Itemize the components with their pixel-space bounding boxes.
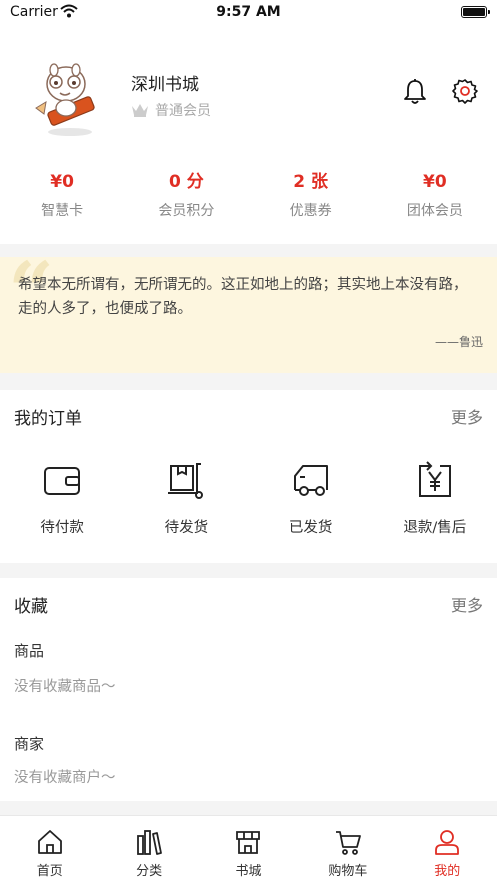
tab-label: 首页 (36, 864, 63, 879)
orders-title: 我的订单 (14, 409, 82, 429)
quote-banner: “ 希望本无所谓有，无所谓无的。这正如地上的路；其实地上本没有路，走的人多了，也… (0, 251, 497, 373)
stat-group-member[interactable]: ¥0 团体会员 (373, 168, 497, 228)
orders-section: 我的订单 更多 待付款 待发货 已发货 退款/售后 (0, 390, 497, 563)
refund-yen-icon (418, 461, 451, 497)
status-time: 9:57 AM (216, 4, 281, 20)
stat-label: 优惠券 (289, 203, 332, 219)
stat-value: ¥0 (50, 172, 74, 192)
stat-member-points[interactable]: 0 分 会员积分 (124, 168, 248, 228)
tab-mine[interactable]: 我的 (398, 816, 497, 883)
goods-subtitle: 商品 (14, 642, 45, 660)
tab-bookstore[interactable]: 书城 (199, 816, 298, 883)
stat-value: 2 张 (293, 172, 328, 192)
bell-icon[interactable] (402, 78, 428, 106)
store-icon (236, 831, 261, 854)
quote-text: 希望本无所谓有，无所谓无的。这正如地上的路；其实地上本没有路，走的人多了，也便成… (18, 277, 468, 317)
stat-label: 团体会员 (406, 203, 463, 219)
profile-header: 深圳书城 普通会员 ¥0 智慧卡 0 分 会员积分 2 张 优惠券 ¥0 团体会… (0, 26, 497, 244)
tab-category[interactable]: 分类 (99, 816, 198, 883)
bottom-tab-bar: 首页 分类 书城 购物车 我的 (0, 815, 497, 883)
package-cart-icon (168, 463, 204, 499)
gear-icon[interactable] (452, 78, 478, 104)
cart-icon (335, 831, 361, 855)
avatar[interactable] (26, 60, 106, 140)
tab-label: 购物车 (328, 864, 368, 879)
stat-value: ¥0 (423, 172, 447, 192)
tab-home[interactable]: 首页 (0, 816, 99, 883)
orders-more-link[interactable]: 更多 (451, 404, 483, 428)
quote-author: ——鲁迅 (434, 335, 483, 349)
status-bar: Carrier 9:57 AM (0, 0, 497, 26)
shops-empty-text: 没有收藏商户～ (14, 770, 116, 786)
member-level: 普通会员 (131, 100, 211, 120)
wallet-icon (44, 467, 81, 495)
order-item-label: 退款/售后 (403, 520, 467, 536)
stat-coupons[interactable]: 2 张 优惠券 (249, 168, 373, 228)
collection-section: 收藏 更多 商品 没有收藏商品～ 商家 没有收藏商户～ (0, 578, 497, 801)
order-pending-payment[interactable]: 待付款 (0, 460, 124, 537)
user-icon (435, 830, 460, 855)
collection-title: 收藏 (14, 597, 48, 617)
tab-label: 我的 (434, 864, 461, 879)
order-item-label: 待付款 (40, 520, 84, 536)
order-item-label: 已发货 (288, 520, 333, 536)
truck-icon (293, 465, 328, 496)
crown-icon (132, 104, 148, 117)
tab-cart[interactable]: 购物车 (298, 816, 397, 883)
home-icon (37, 830, 62, 854)
books-icon (137, 830, 162, 855)
tab-label: 书城 (235, 864, 262, 879)
collection-more-link[interactable]: 更多 (451, 592, 483, 616)
order-shipped[interactable]: 已发货 (249, 460, 373, 537)
order-pending-shipment[interactable]: 待发货 (124, 460, 248, 537)
stat-label: 会员积分 (158, 203, 215, 219)
shop-name: 深圳书城 (131, 75, 199, 95)
shops-subtitle: 商家 (14, 735, 45, 753)
order-status-row: 待付款 待发货 已发货 退款/售后 (0, 460, 497, 537)
stat-value: 0 分 (169, 172, 204, 192)
order-item-label: 待发货 (164, 520, 209, 536)
battery-icon (461, 6, 490, 18)
stat-label: 智慧卡 (41, 203, 84, 219)
member-level-label: 普通会员 (155, 103, 211, 119)
tab-label: 分类 (136, 864, 163, 879)
goods-empty-text: 没有收藏商品～ (14, 679, 116, 695)
stats-row: ¥0 智慧卡 0 分 会员积分 2 张 优惠券 ¥0 团体会员 (0, 168, 497, 228)
stat-smart-card[interactable]: ¥0 智慧卡 (0, 168, 124, 228)
order-refund[interactable]: 退款/售后 (373, 460, 497, 537)
